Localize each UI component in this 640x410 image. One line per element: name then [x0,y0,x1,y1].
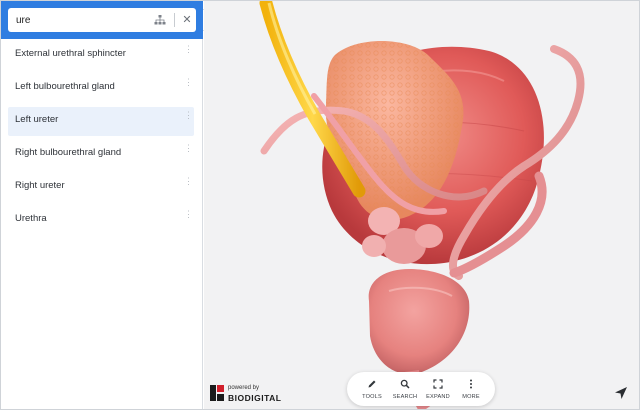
pencil-icon [368,380,376,388]
prostate-shape [368,269,470,375]
brand-name: BIODIGITAL [228,393,282,403]
model-viewer[interactable]: powered by BIODIGITAL TOOLS SEARCH EXPAN… [204,1,640,409]
expand-button[interactable]: EXPAND [421,372,455,406]
app-window: ✕ External urethral sphincter⋮Left bulbo… [0,0,640,410]
search-result-item[interactable]: Left bulbourethral gland ⋮ [1,72,203,105]
search-result-label: Right ureter [15,180,65,191]
search-box: ✕ [8,8,196,32]
search-button[interactable]: SEARCH [388,372,422,406]
more-label: MORE [462,394,480,400]
item-menu-icon[interactable]: ⋮ [184,111,193,120]
search-results: External urethral sphincter ⋮ Left bulbour… [1,39,203,237]
search-divider [174,13,175,27]
hierarchy-icon[interactable] [154,14,166,26]
expand-label: EXPAND [426,394,450,400]
item-menu-icon[interactable]: ⋮ [184,78,193,87]
item-menu-icon[interactable]: ⋮ [184,210,193,219]
viewer-toolbar: TOOLS SEARCH EXPAND MORE [347,372,495,406]
item-menu-icon[interactable]: ⋮ [184,144,193,153]
search-label: SEARCH [392,394,418,400]
search-sidebar: ✕ External urethral sphincter⋮Left bulbo… [1,1,203,409]
item-menu-icon[interactable]: ⋮ [184,177,193,186]
close-icon[interactable]: ✕ [180,12,194,28]
more-vertical-icon [470,379,472,389]
search-result-item[interactable]: Urethra ⋮ [1,204,203,237]
tools-label: TOOLS [362,394,382,400]
search-result-item[interactable]: Right ureter ⋮ [1,171,203,204]
search-input[interactable] [16,12,146,28]
biodigital-logo-icon [210,385,224,401]
search-result-label: Right bulbourethral gland [15,147,122,158]
expand-icon [433,379,443,389]
search-result-label: Left bulbourethral gland [15,81,115,92]
powered-by-label: powered by [228,385,260,391]
search-result-item[interactable]: Left ureter ⋮ [1,105,203,138]
item-menu-icon[interactable]: ⋮ [184,45,193,54]
search-result-label: External urethral sphincter [15,48,126,59]
biodigital-logo[interactable]: powered by BIODIGITAL [210,383,300,405]
more-button[interactable]: MORE [454,372,488,406]
search-result-item[interactable]: Right bulbourethral gland ⋮ [1,138,203,171]
search-header: ✕ [1,1,203,39]
navigation-arrow-icon[interactable] [611,383,631,403]
search-result-label: Urethra [15,213,47,224]
search-result-item[interactable]: External urethral sphincter ⋮ [1,39,203,72]
tools-button[interactable]: TOOLS [355,372,389,406]
search-result-label: Left ureter [15,114,59,125]
anatomy-model[interactable] [204,1,640,409]
search-icon [400,379,410,389]
